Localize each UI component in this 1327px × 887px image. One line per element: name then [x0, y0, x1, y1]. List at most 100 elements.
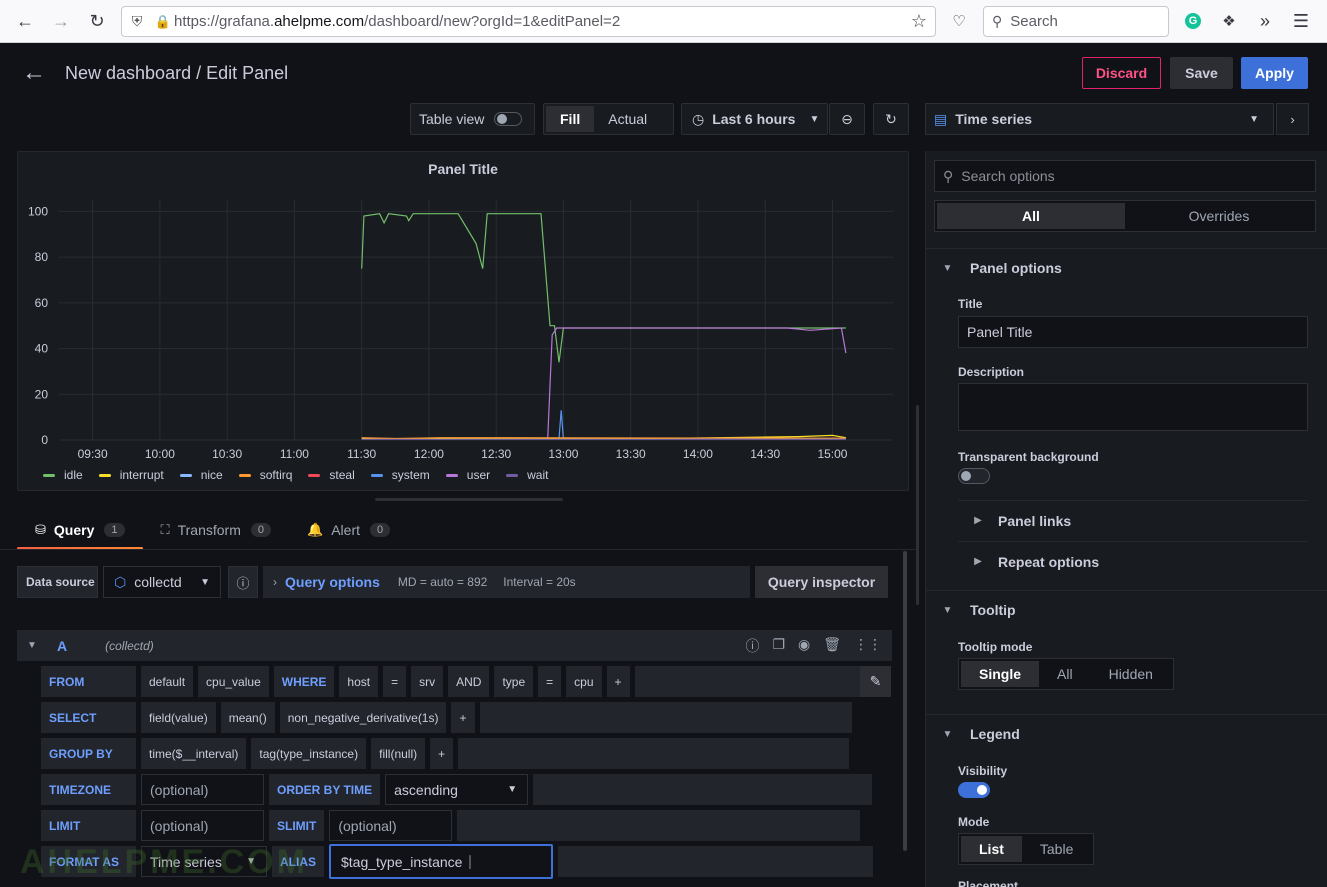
legend-item-nice[interactable]: nice	[179, 468, 223, 482]
tab-all[interactable]: All	[937, 203, 1125, 229]
query-ref-id[interactable]: A	[57, 638, 67, 654]
select-transform[interactable]: non_negative_derivative(1s)	[279, 702, 447, 733]
table-view-toggle[interactable]: Table view	[410, 103, 535, 135]
from-policy[interactable]: default	[141, 666, 194, 697]
collapse-options-button[interactable]: ›	[1276, 103, 1309, 135]
legend-label: softirq	[259, 468, 293, 482]
group-by-add-button[interactable]: +	[430, 738, 454, 769]
where-condition-and[interactable]: AND	[448, 666, 490, 697]
pane-splitter[interactable]	[375, 498, 563, 501]
legend-visibility-switch[interactable]	[958, 782, 990, 798]
group-by-tag[interactable]: tag(type_instance)	[251, 738, 367, 769]
legend-section[interactable]: ▼ Legend	[925, 714, 1327, 754]
where-add-button[interactable]: +	[606, 666, 630, 697]
overflow-chevron-icon[interactable]: »	[1252, 8, 1278, 34]
slimit-input[interactable]: (optional)	[329, 810, 453, 841]
url-text[interactable]: https://grafana.ahelpme.com/dashboard/ne…	[174, 13, 620, 30]
zoom-out-button[interactable]: ⊖	[829, 103, 865, 135]
legend-item-steal[interactable]: steal	[308, 468, 355, 482]
legend-mode-list[interactable]: List	[961, 836, 1022, 862]
legend-mode-table[interactable]: Table	[1022, 836, 1091, 862]
panel-options-section[interactable]: ▼ Panel options	[925, 248, 1327, 288]
reload-icon[interactable]: ↻	[84, 8, 110, 34]
timezone-input[interactable]: (optional)	[141, 774, 264, 805]
drag-handle-icon[interactable]: ⋮⋮	[854, 636, 882, 656]
actual-option[interactable]: Actual	[594, 106, 661, 132]
main-scrollbar[interactable]	[916, 405, 919, 605]
refresh-button[interactable]: ↻	[873, 103, 909, 135]
select-field[interactable]: field(value)	[141, 702, 216, 733]
bookmark-star-icon[interactable]: ☆	[911, 11, 927, 32]
where-value-srv[interactable]: srv	[411, 666, 444, 697]
time-series-chart[interactable]: 0 20 40 60 80 100 09:30 10:00 10:30 11:00 11:30 12:…	[18, 152, 910, 492]
panel-title-input[interactable]: Panel Title	[958, 316, 1308, 348]
trash-icon[interactable]: 🗑	[823, 636, 841, 656]
duplicate-icon[interactable]: ❐	[772, 636, 785, 656]
query-options-label: Query options	[285, 574, 380, 590]
tooltip-section[interactable]: ▼ Tooltip	[925, 590, 1327, 630]
legend-item-idle[interactable]: idle	[43, 468, 83, 482]
order-by-select[interactable]: ascending ▼	[385, 774, 529, 805]
alias-input[interactable]: $tag_type_instance ∣	[329, 844, 553, 879]
browser-search-input[interactable]: ⚲ Search	[983, 6, 1169, 37]
tab-overrides[interactable]: Overrides	[1125, 203, 1313, 229]
transparent-background-switch[interactable]	[958, 468, 990, 484]
shield-icon[interactable]: ⛨	[122, 13, 152, 30]
query-options[interactable]: › Query options MD = auto = 892 Interval…	[263, 566, 750, 598]
datasource-picker[interactable]: ⬡ collectd ▼	[103, 566, 221, 598]
legend-item-wait[interactable]: wait	[506, 468, 548, 482]
eye-icon[interactable]: ◉	[798, 636, 810, 656]
visualization-picker[interactable]: ▤ Time series ▼	[925, 103, 1274, 135]
legend-item-softirq[interactable]: softirq	[238, 468, 293, 482]
repeat-options-section[interactable]: ▶ Repeat options	[958, 541, 1308, 581]
select-aggregation[interactable]: mean()	[220, 702, 275, 733]
tab-alert[interactable]: 🔔 Alert 0	[289, 512, 408, 548]
where-tag-type[interactable]: type	[494, 666, 534, 697]
group-by-fill[interactable]: fill(null)	[371, 738, 426, 769]
description-textarea[interactable]	[958, 383, 1308, 431]
legend-item-user[interactable]: user	[445, 468, 490, 482]
fill-option[interactable]: Fill	[546, 106, 595, 132]
datasource-help-button[interactable]: ⓘ	[228, 566, 258, 598]
y-tick-label: 20	[35, 387, 49, 401]
help-icon[interactable]: ⓘ	[745, 636, 759, 656]
save-button[interactable]: Save	[1170, 57, 1233, 89]
apply-button[interactable]: Apply	[1241, 57, 1308, 89]
forward-icon[interactable]: →	[48, 8, 74, 34]
tooltip-mode-all[interactable]: All	[1039, 661, 1091, 687]
legend-item-system[interactable]: system	[370, 468, 430, 482]
edit-raw-query-button[interactable]: ✎	[860, 666, 891, 697]
query-inspector-button[interactable]: Query inspector	[755, 566, 888, 598]
from-measurement[interactable]: cpu_value	[198, 666, 269, 697]
select-add-button[interactable]: +	[451, 702, 475, 733]
where-operator[interactable]: =	[383, 666, 407, 697]
tooltip-mode-hidden[interactable]: Hidden	[1091, 661, 1171, 687]
legend-item-interrupt[interactable]: interrupt	[98, 468, 164, 482]
query-scrollbar[interactable]	[903, 551, 907, 851]
discard-button[interactable]: Discard	[1082, 57, 1161, 89]
panel-links-section[interactable]: ▶ Panel links	[958, 500, 1308, 540]
where-tag-host[interactable]: host	[339, 666, 379, 697]
where-operator[interactable]: =	[538, 666, 562, 697]
tab-query[interactable]: ⛁ Query 1	[17, 512, 143, 550]
y-tick-label: 100	[28, 204, 48, 218]
limit-input[interactable]: (optional)	[141, 810, 264, 841]
group-by-time[interactable]: time($__interval)	[141, 738, 247, 769]
query-row-header[interactable]: ▼ A (collectd) ⓘ ❐ ◉ 🗑 ⋮⋮	[17, 630, 892, 661]
url-bar[interactable]: ⛨ 🔒 https://grafana.ahelpme.com/dashboar…	[121, 6, 936, 37]
grammarly-icon[interactable]: G	[1180, 8, 1206, 34]
search-options-input[interactable]: ⚲ Search options	[934, 160, 1316, 192]
table-view-switch[interactable]	[494, 112, 523, 126]
extension-icon[interactable]: ❖	[1216, 8, 1242, 34]
where-value-cpu[interactable]: cpu	[566, 666, 602, 697]
menu-icon[interactable]: ☰	[1288, 8, 1314, 34]
pocket-icon[interactable]: ♡	[946, 8, 972, 34]
tab-transform[interactable]: ⛶ Transform 0	[143, 512, 290, 548]
back-arrow-icon[interactable]: ←	[22, 59, 46, 87]
chevron-down-icon[interactable]: ▼	[27, 640, 41, 651]
tooltip-mode-single[interactable]: Single	[961, 661, 1040, 687]
x-tick-label: 10:00	[145, 447, 175, 461]
back-icon[interactable]: ←	[12, 8, 38, 34]
time-range-picker[interactable]: ◷ Last 6 hours ▼	[681, 103, 828, 135]
lock-icon[interactable]: 🔒	[152, 14, 174, 30]
